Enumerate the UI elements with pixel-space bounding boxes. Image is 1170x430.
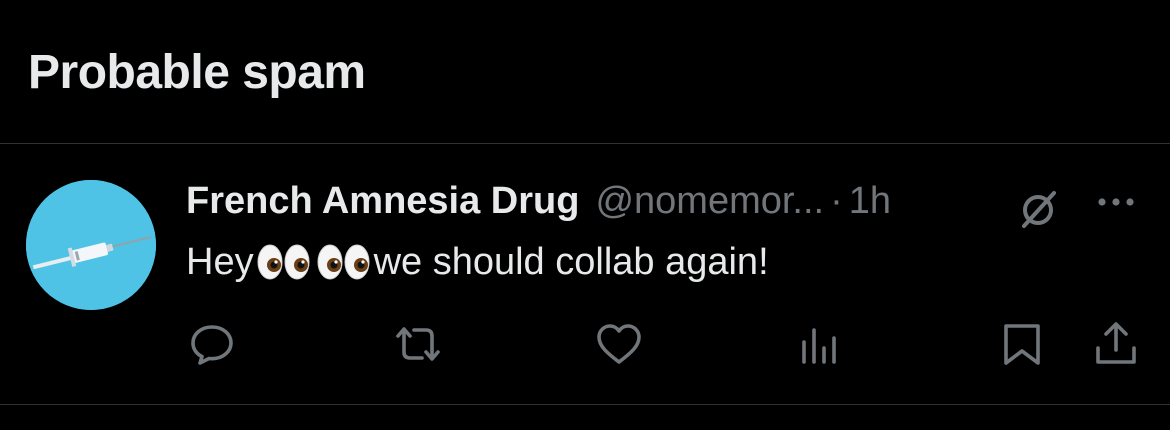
tweet-text-end: we should collab again! bbox=[373, 240, 769, 283]
views-icon[interactable] bbox=[796, 320, 844, 368]
tweet-text-start: Hey bbox=[186, 240, 254, 283]
section-header: Probable spam bbox=[0, 0, 1170, 144]
eyes-emoji-icon bbox=[256, 241, 312, 283]
retweet-icon[interactable] bbox=[392, 320, 444, 368]
user-handle[interactable]: @nomemor... bbox=[595, 180, 824, 223]
reply-icon[interactable] bbox=[188, 320, 236, 368]
bookmark-icon[interactable] bbox=[998, 320, 1046, 368]
tweet-time[interactable]: 1h bbox=[849, 180, 891, 223]
muted-icon bbox=[1014, 184, 1062, 232]
avatar[interactable] bbox=[26, 180, 156, 310]
tweet-text: Hey we should collab again! bbox=[186, 236, 769, 288]
share-icon[interactable] bbox=[1092, 320, 1140, 368]
like-icon[interactable] bbox=[594, 320, 644, 368]
section-title: Probable spam bbox=[28, 46, 366, 99]
tweet[interactable]: French Amnesia Drug @nomemor... · 1h Hey bbox=[0, 144, 1170, 405]
more-icon[interactable] bbox=[1094, 184, 1142, 220]
eyes-emoji-icon bbox=[316, 241, 372, 283]
tweet-meta: French Amnesia Drug @nomemor... · 1h bbox=[186, 178, 891, 224]
meta-separator: · bbox=[830, 179, 843, 222]
syringe-avatar-image bbox=[26, 180, 156, 310]
display-name[interactable]: French Amnesia Drug bbox=[186, 180, 579, 223]
